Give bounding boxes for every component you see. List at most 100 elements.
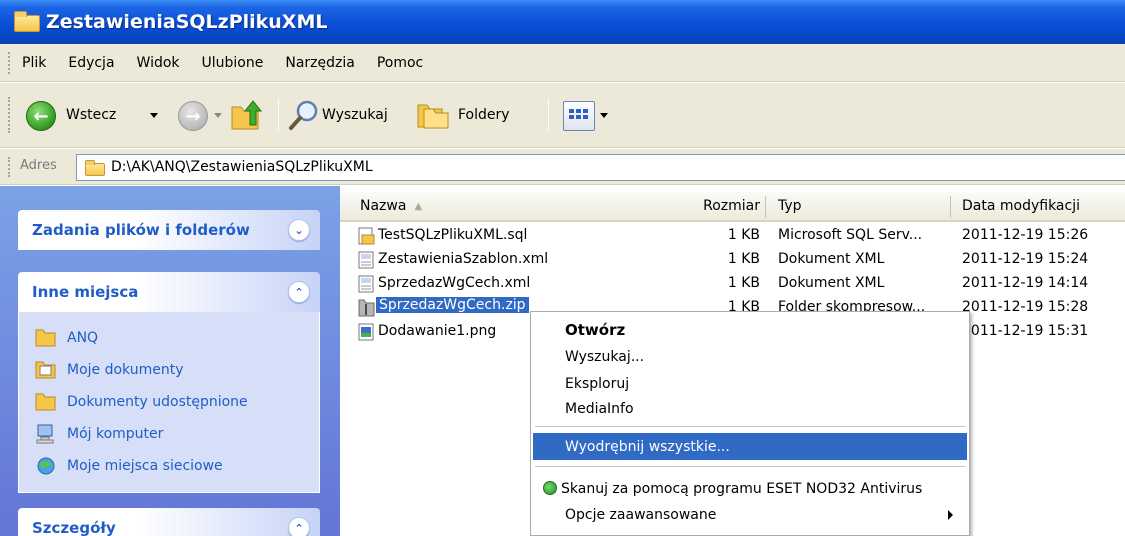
address-path[interactable]: D:\AK\ANQ\ZestawieniaSQLzPlikuXML	[111, 159, 373, 175]
my-computer-icon	[36, 424, 54, 444]
context-item-label: Otwórz	[565, 320, 626, 339]
context-item-search[interactable]: Wyszukaj...	[533, 343, 967, 370]
back-button-label[interactable]: Wstecz	[66, 107, 116, 123]
other-places-panel: Inne miejsca ⌃ ANQ Moje dokumenty Dokume…	[18, 272, 320, 493]
place-label[interactable]: Mój komputer	[67, 426, 163, 442]
details-title[interactable]: Szczegóły	[32, 519, 116, 536]
chevron-down-icon[interactable]: ⌄	[288, 219, 310, 241]
file-type: Dokument XML	[778, 275, 885, 291]
context-item-label: Wyszukaj...	[565, 348, 645, 365]
file-name: SprzedazWgCech.xml	[378, 275, 531, 291]
context-separator	[535, 466, 965, 467]
submenu-arrow-icon	[948, 510, 953, 520]
folders-button-label[interactable]: Foldery	[458, 107, 510, 123]
place-item-anq[interactable]: ANQ	[35, 322, 319, 354]
file-size: 1 KB	[727, 275, 760, 291]
file-row[interactable]: ZestawieniaSzablon.xml 1 KB Dokument XML…	[340, 248, 1125, 272]
back-dropdown-icon[interactable]	[150, 113, 158, 118]
xml-file-icon	[358, 251, 374, 269]
context-item-open[interactable]: Otwórz	[533, 316, 967, 343]
eset-icon	[543, 481, 557, 495]
place-item-network-places[interactable]: Moje miejsca sieciowe	[35, 450, 319, 482]
file-modified: 2011-12-19 15:28	[962, 299, 1089, 315]
place-item-my-documents[interactable]: Moje dokumenty	[35, 354, 319, 386]
context-item-label: Wyodrębnij wszystkie...	[565, 438, 730, 455]
folder-icon	[14, 11, 40, 33]
file-modified: 2011-12-19 15:24	[962, 251, 1089, 267]
context-item-label: Skanuj za pomocą programu ESET NOD32 Ant…	[561, 480, 923, 497]
file-name: TestSQLzPlikuXML.sql	[378, 227, 528, 243]
toolbar-separator	[548, 99, 549, 131]
window-title: ZestawieniaSQLzPlikuXML	[46, 11, 328, 33]
xml-file-icon	[358, 275, 374, 293]
file-size: 1 KB	[727, 251, 760, 267]
column-header-type[interactable]: Typ	[778, 192, 802, 220]
folders-icon[interactable]	[416, 101, 450, 129]
menu-item-plik[interactable]: Plik	[22, 55, 46, 71]
search-icon[interactable]	[288, 99, 320, 131]
address-grip[interactable]	[8, 157, 11, 177]
file-row[interactable]: TestSQLzPlikuXML.sql 1 KB Microsoft SQL …	[340, 224, 1125, 248]
menu-grip[interactable]	[8, 52, 11, 74]
menu-item-ulubione[interactable]: Ulubione	[202, 55, 264, 71]
views-dropdown-icon[interactable]	[600, 113, 608, 118]
context-item-advanced-options[interactable]: Opcje zaawansowane	[533, 501, 967, 528]
task-pane: Zadania plików i folderów ⌄ Inne miejsca…	[0, 186, 340, 536]
file-tasks-header[interactable]: Zadania plików i folderów ⌄	[18, 210, 320, 250]
context-item-eset-scan[interactable]: Skanuj za pomocą programu ESET NOD32 Ant…	[533, 475, 967, 502]
file-modified: 2011-12-19 14:14	[962, 275, 1089, 291]
column-modified-label: Data modyfikacji	[962, 198, 1080, 214]
context-item-extract-all[interactable]: Wyodrębnij wszystkie...	[533, 433, 967, 460]
file-modified: 2011-12-19 15:26	[962, 227, 1089, 243]
column-type-label: Typ	[778, 198, 802, 214]
toolbar-separator	[278, 99, 279, 131]
toolbar-grip[interactable]	[8, 97, 11, 133]
title-bar[interactable]: ZestawieniaSQLzPlikuXML	[0, 0, 1125, 44]
place-label[interactable]: Moje miejsca sieciowe	[67, 458, 223, 474]
menu-item-pomoc[interactable]: Pomoc	[377, 55, 423, 71]
column-header-modified[interactable]: Data modyfikacji	[962, 192, 1080, 220]
place-label[interactable]: Dokumenty udostępnione	[67, 394, 248, 410]
forward-arrow-icon[interactable]: →	[178, 101, 208, 131]
menu-bar: Plik Edycja Widok Ulubione Narzędzia Pom…	[0, 44, 1125, 82]
my-documents-icon	[35, 361, 56, 379]
file-modified: 2011-12-19 15:31	[962, 323, 1089, 339]
chevron-up-icon[interactable]: ⌃	[288, 517, 310, 536]
file-tasks-panel: Zadania plików i folderów ⌄	[18, 210, 320, 250]
column-header-size[interactable]: Rozmiar	[703, 192, 760, 220]
file-name: ZestawieniaSzablon.xml	[378, 251, 549, 267]
chevron-up-icon[interactable]: ⌃	[288, 281, 310, 303]
column-name-label: Nazwa	[360, 198, 407, 214]
details-header[interactable]: Szczegóły ⌃	[18, 508, 320, 536]
place-item-shared-documents[interactable]: Dokumenty udostępnione	[35, 386, 319, 418]
file-name: SprzedazWgCech.zip	[376, 297, 529, 313]
context-item-label: MediaInfo	[565, 400, 634, 417]
forward-dropdown-icon[interactable]	[214, 113, 222, 118]
views-icon[interactable]	[563, 101, 595, 131]
menu-item-edycja[interactable]: Edycja	[68, 55, 114, 71]
back-arrow-icon[interactable]: ←	[26, 101, 56, 131]
file-size: 1 KB	[727, 227, 760, 243]
file-type: Dokument XML	[778, 251, 885, 267]
place-label[interactable]: ANQ	[67, 330, 98, 346]
menu-item-widok[interactable]: Widok	[137, 55, 180, 71]
search-button-label[interactable]: Wyszukaj	[322, 107, 388, 123]
zip-folder-icon	[358, 299, 375, 317]
folder-up-icon[interactable]	[228, 97, 264, 133]
menu-item-narzedzia[interactable]: Narzędzia	[285, 55, 354, 71]
context-item-explore[interactable]: Eksploruj	[533, 370, 967, 397]
context-item-mediainfo[interactable]: MediaInfo	[533, 395, 967, 422]
place-item-my-computer[interactable]: Mój komputer	[35, 418, 319, 450]
column-header-name[interactable]: Nazwa ▲	[360, 192, 422, 220]
place-label[interactable]: Moje dokumenty	[67, 362, 184, 378]
address-input[interactable]: D:\AK\ANQ\ZestawieniaSQLzPlikuXML	[76, 154, 1125, 181]
context-item-label: Opcje zaawansowane	[565, 506, 717, 523]
column-divider[interactable]	[950, 196, 951, 218]
other-places-header[interactable]: Inne miejsca ⌃	[18, 272, 320, 312]
file-row[interactable]: SprzedazWgCech.xml 1 KB Dokument XML 201…	[340, 272, 1125, 296]
context-menu: Otwórz Wyszukaj... Eksploruj MediaInfo W…	[530, 311, 970, 536]
folder-icon	[85, 160, 105, 176]
file-tasks-title[interactable]: Zadania plików i folderów	[32, 221, 250, 239]
other-places-title[interactable]: Inne miejsca	[32, 283, 138, 301]
column-divider[interactable]	[765, 196, 766, 218]
